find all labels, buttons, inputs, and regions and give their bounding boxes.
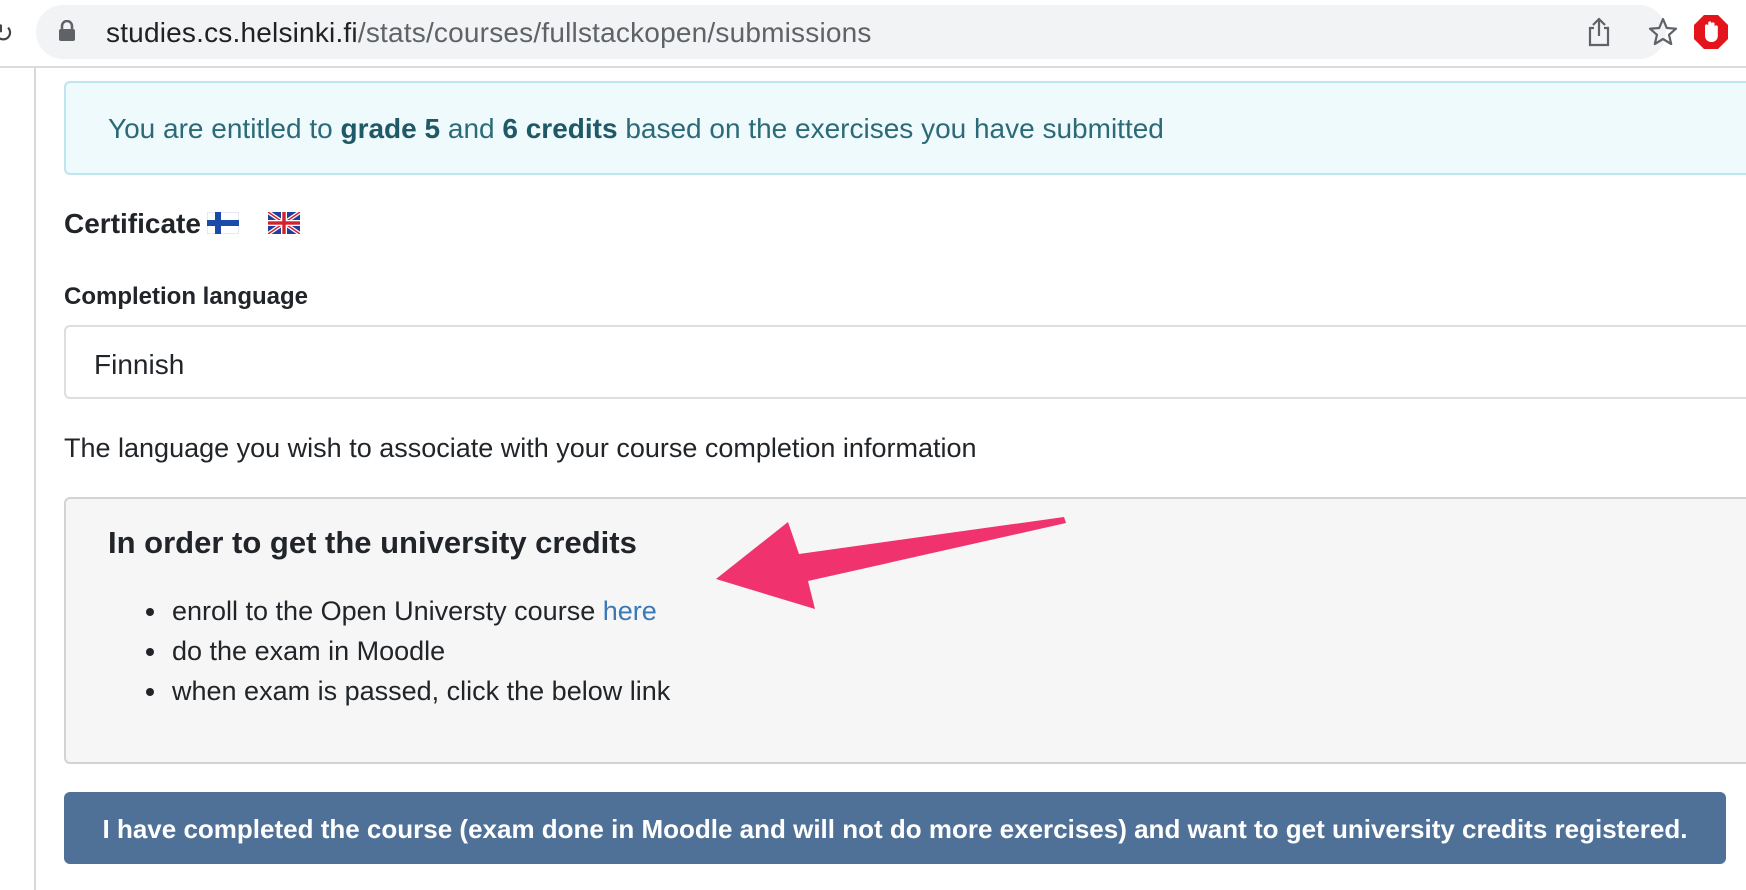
- enroll-here-link[interactable]: here: [603, 596, 657, 626]
- completion-language-select[interactable]: Finnish: [64, 325, 1746, 399]
- grade-alert: You are entitled to grade 5 and 6 credit…: [64, 81, 1746, 175]
- browser-toolbar: ↻ studies.cs.helsinki.fi/stats/courses/f…: [0, 0, 1746, 68]
- credits-value: 6 credits: [502, 113, 618, 144]
- list-item: enroll to the Open Universty course here: [146, 591, 670, 631]
- step-text: do the exam in Moodle: [172, 636, 446, 666]
- annotation-arrow-icon: [716, 517, 1066, 609]
- completion-language-help: The language you wish to associate with …: [64, 433, 977, 463]
- alert-suffix: based on the exercises you have submitte…: [625, 113, 1164, 144]
- address-bar[interactable]: studies.cs.helsinki.fi/stats/courses/ful…: [36, 5, 1678, 59]
- grade-alert-text: You are entitled to grade 5 and 6 credit…: [108, 113, 1164, 145]
- alert-and: and: [447, 113, 495, 144]
- complete-course-button[interactable]: I have completed the course (exam done i…: [64, 792, 1726, 864]
- list-item: when exam is passed, click the below lin…: [146, 671, 670, 711]
- adblock-icon[interactable]: [1693, 14, 1729, 50]
- list-item: do the exam in Moodle: [146, 631, 670, 671]
- share-icon[interactable]: [1586, 17, 1612, 47]
- uk-flag-icon[interactable]: [268, 212, 300, 234]
- alert-prefix: You are entitled to: [108, 113, 333, 144]
- url-host: studies.cs.helsinki.fi: [106, 17, 358, 48]
- finnish-flag-icon[interactable]: [207, 212, 239, 234]
- steps-list: enroll to the Open Universty course here…: [146, 591, 670, 711]
- grade-value: grade 5: [340, 113, 441, 144]
- lock-icon: [59, 20, 75, 41]
- completion-language-value: Finnish: [94, 349, 185, 380]
- page-border: [34, 68, 36, 890]
- url-path: /stats/courses/fullstackopen/submissions: [357, 17, 872, 48]
- star-icon[interactable]: [1648, 17, 1678, 47]
- reload-icon[interactable]: ↻: [0, 18, 14, 49]
- certificate-label: Certificate: [64, 208, 201, 239]
- step-text: enroll to the Open Universty course: [172, 596, 596, 626]
- url-text[interactable]: studies.cs.helsinki.fi/stats/courses/ful…: [106, 17, 872, 49]
- credits-heading: In order to get the university credits: [108, 525, 637, 560]
- completion-language-label: Completion language: [64, 283, 309, 310]
- step-text: when exam is passed, click the below lin…: [172, 676, 671, 706]
